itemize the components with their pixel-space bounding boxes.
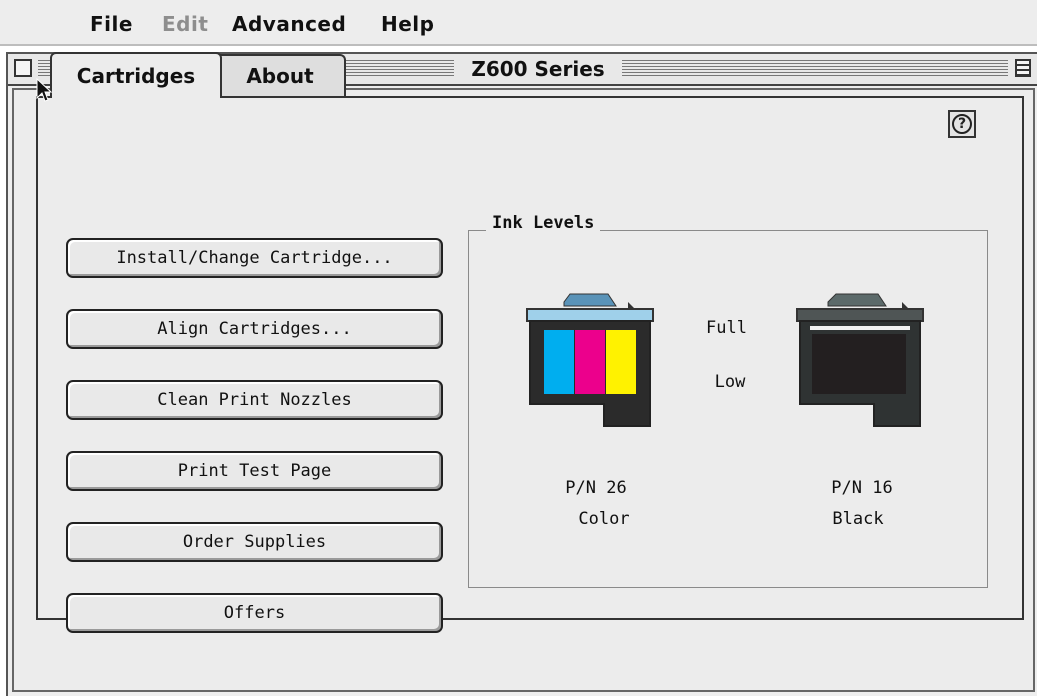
color-cartridge-part-number: P/N 26 <box>565 478 627 498</box>
menu-file[interactable]: File <box>90 12 133 36</box>
color-cartridge-icon <box>526 293 654 427</box>
order-supplies-button[interactable]: Order Supplies <box>66 522 443 562</box>
window-title: Z600 Series <box>458 57 618 81</box>
question-mark-icon: ? <box>952 114 972 134</box>
menu-advanced[interactable]: Advanced <box>232 12 346 36</box>
tab-about[interactable]: About <box>214 54 346 96</box>
collapse-box-button[interactable] <box>1011 59 1037 79</box>
mouse-pointer-icon <box>36 78 52 102</box>
ink-scale-low-label: Low <box>714 372 746 392</box>
black-cartridge-icon <box>796 293 924 427</box>
ink-scale-full-label: Full <box>706 318 747 338</box>
offers-button[interactable]: Offers <box>66 593 443 633</box>
black-ink-level <box>812 334 906 394</box>
menu-edit[interactable]: Edit <box>162 12 208 36</box>
ink-levels-title: Ink Levels <box>486 213 601 233</box>
align-cartridges-button[interactable]: Align Cartridges... <box>66 309 443 349</box>
black-cartridge-part-number: P/N 16 <box>831 478 893 498</box>
cyan-ink-level <box>544 330 574 394</box>
print-test-page-button[interactable]: Print Test Page <box>66 451 443 491</box>
clean-print-nozzles-button[interactable]: Clean Print Nozzles <box>66 380 443 420</box>
collapse-icon <box>1015 59 1031 77</box>
menu-bar: File Edit Advanced Help <box>0 0 1037 46</box>
color-cartridge-type: Color <box>578 509 630 529</box>
menu-help[interactable]: Help <box>381 12 434 36</box>
install-change-cartridge-button[interactable]: Install/Change Cartridge... <box>66 238 443 278</box>
title-bar-stripes-right <box>622 60 1008 78</box>
magenta-ink-level <box>575 330 605 394</box>
yellow-ink-level <box>606 330 636 394</box>
help-button[interactable]: ? <box>948 110 976 138</box>
tab-cartridges[interactable]: Cartridges <box>50 52 222 98</box>
close-box-button[interactable] <box>14 59 32 77</box>
black-cartridge-type: Black <box>832 509 884 529</box>
